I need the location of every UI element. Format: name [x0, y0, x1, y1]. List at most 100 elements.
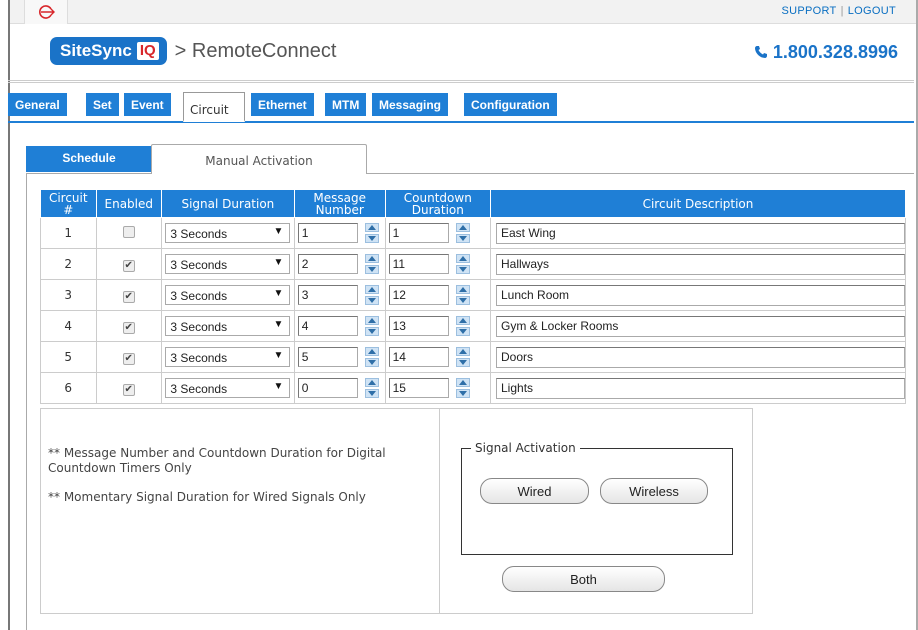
logout-link[interactable]: LOGOUT	[848, 5, 896, 17]
signal-duration-select[interactable]: 3 Seconds ▼	[165, 285, 291, 305]
countdown-duration-spinner[interactable]	[455, 254, 470, 274]
spin-down-icon[interactable]	[455, 327, 470, 336]
spin-up-icon[interactable]	[364, 223, 379, 232]
signal-activation-legend: Signal Activation	[471, 441, 580, 455]
tab-set[interactable]: Set	[86, 93, 119, 116]
message-number-cell: 5	[293, 341, 386, 373]
subtab-schedule[interactable]: Schedule	[26, 146, 152, 172]
message-number-spinner[interactable]	[364, 223, 379, 243]
wireless-button[interactable]: Wireless	[600, 478, 708, 504]
countdown-duration-spinner[interactable]	[455, 347, 470, 367]
countdown-duration-spinner[interactable]	[455, 316, 470, 336]
description-cell: Doors	[490, 341, 906, 373]
circuit-number: 3	[40, 279, 97, 311]
enabled-checkbox[interactable]: ✔	[122, 352, 135, 365]
countdown-duration-cell: 13	[384, 310, 492, 342]
message-number-input[interactable]: 1	[297, 223, 358, 243]
countdown-duration-input[interactable]: 15	[388, 378, 449, 398]
message-number-spinner[interactable]	[364, 285, 379, 305]
message-number-input[interactable]: 4	[297, 316, 358, 336]
circuit-number: 1	[40, 217, 97, 249]
both-button[interactable]: Both	[502, 566, 665, 592]
circuit-description-input[interactable]: East Wing	[496, 222, 905, 244]
note-countdown: ** Message Number and Countdown Duration…	[48, 446, 386, 475]
spin-up-icon[interactable]	[364, 285, 379, 294]
spin-down-icon[interactable]	[364, 234, 379, 243]
note-momentary: ** Momentary Signal Duration for Wired S…	[48, 490, 366, 504]
signal-duration-select[interactable]: 3 Seconds ▼	[165, 316, 291, 336]
spin-down-icon[interactable]	[364, 389, 379, 398]
countdown-duration-input[interactable]: 1	[388, 223, 449, 243]
tab-general[interactable]: General	[8, 93, 67, 116]
circuit-number: 4	[40, 310, 97, 342]
circuit-description-input[interactable]: Hallways	[496, 253, 905, 275]
col-signal-duration-header: Signal Duration	[161, 189, 295, 218]
tab-messaging[interactable]: Messaging	[372, 93, 449, 116]
countdown-duration-spinner[interactable]	[455, 285, 470, 305]
spin-up-icon[interactable]	[364, 347, 379, 356]
countdown-duration-input[interactable]: 12	[388, 285, 449, 305]
enabled-checkbox[interactable]	[122, 225, 135, 238]
circuit-description-input[interactable]: Lunch Room	[496, 284, 905, 306]
spin-up-icon[interactable]	[364, 316, 379, 325]
wired-button[interactable]: Wired	[480, 478, 589, 504]
spin-down-icon[interactable]	[364, 358, 379, 367]
table-row: 4 ✔ 3 Seconds ▼ 4 13 Gym & Locker Rooms	[40, 310, 906, 342]
message-number-spinner[interactable]	[364, 254, 379, 274]
spin-down-icon[interactable]	[455, 358, 470, 367]
spin-up-icon[interactable]	[455, 254, 470, 263]
tab-mtm[interactable]: MTM	[325, 93, 367, 116]
signal-duration-select[interactable]: 3 Seconds ▼	[165, 378, 291, 398]
circuit-description-input[interactable]: Gym & Locker Rooms	[496, 315, 905, 337]
spin-down-icon[interactable]	[455, 296, 470, 305]
message-number-input[interactable]: 2	[297, 254, 358, 274]
enabled-checkbox[interactable]: ✔	[122, 321, 135, 334]
spin-down-icon[interactable]	[455, 234, 470, 243]
countdown-duration-input[interactable]: 14	[388, 347, 449, 367]
spin-up-icon[interactable]	[455, 223, 470, 232]
tab-event[interactable]: Event	[124, 93, 171, 116]
spin-up-icon[interactable]	[364, 378, 379, 387]
enabled-checkbox[interactable]: ✔	[122, 290, 135, 303]
spin-up-icon[interactable]	[455, 285, 470, 294]
enabled-cell: ✔	[95, 372, 162, 404]
spin-down-icon[interactable]	[455, 265, 470, 274]
spin-down-icon[interactable]	[364, 296, 379, 305]
support-link[interactable]: SUPPORT	[782, 5, 837, 17]
tab-circuit[interactable]: Circuit	[183, 92, 245, 122]
app-title: RemoteConnect	[191, 39, 337, 62]
countdown-duration-input[interactable]: 13	[388, 316, 449, 336]
tab-ethernet[interactable]: Ethernet	[251, 93, 314, 116]
enabled-checkbox[interactable]: ✔	[122, 259, 135, 272]
spin-down-icon[interactable]	[455, 389, 470, 398]
message-number-spinner[interactable]	[364, 378, 379, 398]
subtab-manual-activation[interactable]: Manual Activation	[151, 144, 367, 174]
message-number-input[interactable]: 0	[297, 378, 358, 398]
spin-up-icon[interactable]	[455, 378, 470, 387]
message-number-input[interactable]: 3	[297, 285, 358, 305]
spin-up-icon[interactable]	[455, 347, 470, 356]
countdown-duration-spinner[interactable]	[455, 378, 470, 398]
spin-up-icon[interactable]	[455, 316, 470, 325]
dropdown-arrow-icon: ▼	[273, 319, 284, 330]
spin-up-icon[interactable]	[364, 254, 379, 263]
circuit-number: 6	[40, 372, 97, 404]
tab-configuration[interactable]: Configuration	[464, 93, 557, 116]
spin-down-icon[interactable]	[364, 265, 379, 274]
circuit-description-input[interactable]: Lights	[496, 377, 905, 399]
signal-duration-select[interactable]: 3 Seconds ▼	[165, 223, 291, 243]
countdown-duration-spinner[interactable]	[455, 223, 470, 243]
circuit-description-input[interactable]: Doors	[496, 346, 905, 368]
message-number-spinner[interactable]	[364, 316, 379, 336]
message-number-input[interactable]: 5	[297, 347, 358, 367]
spin-down-icon[interactable]	[364, 327, 379, 336]
enabled-checkbox[interactable]: ✔	[122, 383, 135, 396]
brand-logo[interactable]: SiteSync IQ	[50, 37, 167, 65]
message-number-spinner[interactable]	[364, 347, 379, 367]
countdown-duration-input[interactable]: 11	[388, 254, 449, 274]
signal-duration-select[interactable]: 3 Seconds ▼	[165, 347, 291, 367]
signal-duration-select[interactable]: 3 Seconds ▼	[165, 254, 291, 274]
logo-cell	[24, 0, 68, 24]
enabled-cell	[95, 217, 162, 249]
top-links: SUPPORT | LOGOUT	[782, 5, 897, 17]
